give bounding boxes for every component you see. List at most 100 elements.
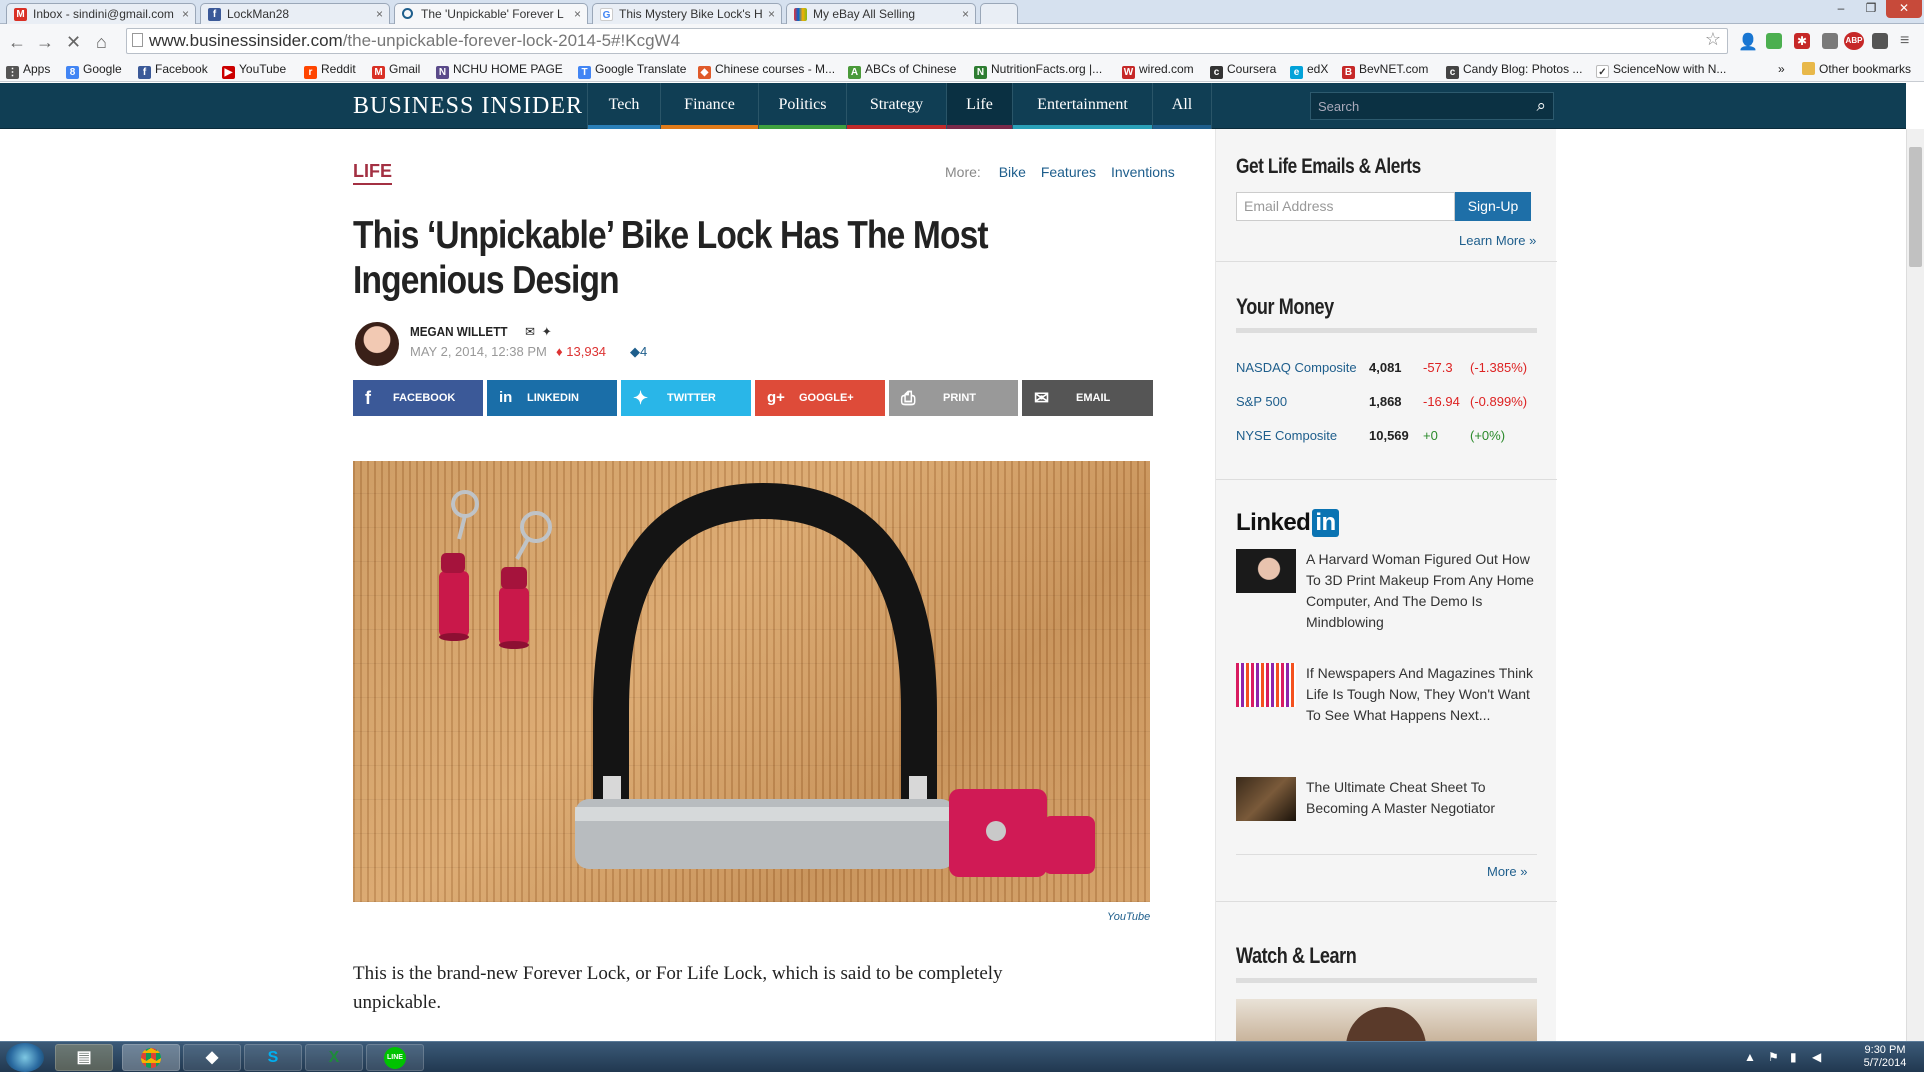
twitter-bird-icon[interactable]: ✦ (542, 324, 552, 339)
scrollbar-thumb[interactable] (1909, 147, 1922, 267)
system-clock[interactable]: 9:30 PM 5/7/2014 (1852, 1044, 1918, 1070)
story-title[interactable]: A Harvard Woman Figured Out How To 3D Pr… (1306, 549, 1541, 633)
tab-facebook[interactable]: f LockMan28 × (200, 3, 390, 24)
stop-icon[interactable]: ✕ (66, 32, 81, 53)
comment-count[interactable]: ◆4 (630, 344, 647, 360)
back-icon[interactable]: ← (8, 32, 26, 53)
print-button[interactable]: ⎙ PRINT (889, 380, 1018, 416)
bookmark-google[interactable]: 8 Google (66, 62, 122, 79)
bookmarks-overflow[interactable]: » (1778, 62, 1785, 76)
image-credit[interactable]: YouTube (1107, 911, 1150, 923)
section-label[interactable]: LIFE (353, 161, 392, 185)
menu-icon[interactable]: ≡ (1900, 32, 1909, 50)
bookmark-candy-blog[interactable]: c Candy Blog: Photos ... (1446, 62, 1582, 79)
bookmark-edx[interactable]: e edX (1290, 62, 1328, 79)
share-linkedin-button[interactable]: in LINKEDIN (487, 380, 617, 416)
tab-business-insider[interactable]: The 'Unpickable' Forever L × (394, 3, 588, 24)
profile-icon[interactable]: 👤 (1738, 32, 1758, 52)
show-hidden-icons[interactable]: ▲ (1744, 1050, 1756, 1064)
nav-strategy[interactable]: Strategy (846, 83, 946, 129)
bookmark-coursera[interactable]: c Coursera (1210, 62, 1276, 79)
bookmark-wired[interactable]: Wwired.com (1122, 62, 1194, 79)
forward-icon[interactable]: → (36, 32, 54, 53)
nav-finance[interactable]: Finance (660, 83, 758, 129)
address-bar[interactable]: www.businessinsider.com/the-unpickable-f… (126, 28, 1728, 54)
new-tab-button[interactable] (980, 3, 1018, 24)
bookmark-facebook[interactable]: f Facebook (138, 62, 208, 79)
restore-icon[interactable]: ❐ (1856, 0, 1886, 18)
bookmark-gmail[interactable]: M Gmail (372, 62, 420, 79)
flag-icon[interactable]: ⚑ (1768, 1050, 1779, 1064)
start-button[interactable] (6, 1043, 44, 1072)
adblock-icon[interactable]: ABP (1844, 32, 1864, 50)
volume-icon[interactable]: ◀ (1812, 1050, 1821, 1064)
nav-tech[interactable]: Tech (587, 83, 660, 129)
share-googleplus-button[interactable]: g+ GOOGLE+ (755, 380, 885, 416)
nav-entertainment[interactable]: Entertainment (1012, 83, 1152, 129)
bookmark-google-translate[interactable]: T Google Translate (578, 62, 686, 79)
story-title[interactable]: If Newspapers And Magazines Think Life I… (1306, 663, 1541, 726)
story-title[interactable]: The Ultimate Cheat Sheet To Becoming A M… (1306, 777, 1541, 819)
extension-icon[interactable] (1822, 33, 1838, 49)
nav-life[interactable]: Life (946, 83, 1012, 129)
skype-icon[interactable]: S (244, 1044, 302, 1071)
close-icon[interactable]: × (574, 7, 581, 21)
bookmark-other[interactable]: Other bookmarks (1802, 62, 1911, 76)
video-thumbnail[interactable] (1236, 999, 1537, 1041)
nav-all[interactable]: All (1152, 83, 1212, 129)
learn-more-link[interactable]: Learn More » (1459, 233, 1536, 248)
linkedin-story[interactable]: If Newspapers And Magazines Think Life I… (1236, 663, 1537, 747)
section-rule (1236, 328, 1537, 333)
more-link[interactable]: More » (1487, 864, 1527, 879)
tag-link[interactable]: Inventions (1111, 164, 1175, 180)
bookmark-nutritionfacts[interactable]: N NutritionFacts.org |... (974, 62, 1102, 79)
linkedin-story[interactable]: A Harvard Woman Figured Out How To 3D Pr… (1236, 549, 1537, 633)
file-explorer-icon[interactable]: ▤ (55, 1044, 113, 1071)
extension-icon[interactable]: ✱ (1794, 33, 1810, 49)
tag-link[interactable]: Features (1041, 164, 1096, 180)
network-icon[interactable]: ▮ (1790, 1050, 1797, 1064)
bookmark-youtube[interactable]: ▶ YouTube (222, 62, 286, 79)
chrome-icon[interactable] (122, 1044, 180, 1071)
close-icon[interactable]: × (182, 7, 189, 21)
bookmark-sciencenow[interactable]: ✓ ScienceNow with N... (1596, 62, 1726, 78)
extension-icon[interactable] (1766, 33, 1782, 49)
envelope-icon[interactable]: ✉ (525, 324, 535, 339)
page-scrollbar[interactable] (1906, 129, 1924, 1041)
minimize-icon[interactable]: – (1826, 0, 1856, 18)
share-twitter-button[interactable]: ✦ TWITTER (621, 380, 751, 416)
extension-icon[interactable] (1872, 33, 1888, 49)
star-icon[interactable]: ☆ (1705, 29, 1721, 50)
bookmark-abcs-chinese[interactable]: A ABCs of Chinese (848, 62, 956, 79)
close-icon[interactable]: × (376, 7, 383, 21)
close-window-icon[interactable]: ✕ (1886, 0, 1922, 18)
tab-gmail-inbox[interactable]: M Inbox - sindini@gmail.com × (6, 3, 196, 24)
signup-button[interactable]: Sign-Up (1455, 192, 1531, 221)
site-search-input[interactable]: Search ⌕ (1310, 92, 1554, 120)
bookmark-reddit[interactable]: r Reddit (304, 62, 356, 79)
nav-politics[interactable]: Politics (758, 83, 846, 129)
article-hero-image[interactable] (353, 461, 1150, 902)
bookmark-bevnet[interactable]: B BevNET.com (1342, 62, 1428, 79)
windows-live-icon[interactable]: ◆ (183, 1044, 241, 1071)
linkedin-story[interactable]: The Ultimate Cheat Sheet To Becoming A M… (1236, 777, 1537, 823)
bookmark-nchu[interactable]: N NCHU HOME PAGE (436, 62, 563, 79)
share-email-button[interactable]: ✉ EMAIL (1022, 380, 1153, 416)
tag-link[interactable]: Bike (999, 164, 1026, 180)
excel-icon[interactable]: X (305, 1044, 363, 1071)
close-icon[interactable]: × (768, 7, 775, 21)
tab-mystery-bike-lock[interactable]: G This Mystery Bike Lock's H × (592, 3, 782, 24)
author-name[interactable]: MEGAN WILLETT ✉ ✦ (410, 324, 552, 340)
email-field[interactable]: Email Address (1236, 192, 1455, 221)
author-avatar[interactable] (355, 322, 399, 366)
bookmark-apps[interactable]: ⋮ Apps (6, 62, 50, 79)
share-facebook-button[interactable]: f FACEBOOK (353, 380, 483, 416)
tab-ebay-selling[interactable]: My eBay All Selling × (786, 3, 976, 24)
home-icon[interactable]: ⌂ (96, 32, 107, 53)
bookmark-chinese-courses[interactable]: ◆ Chinese courses - M... (698, 62, 835, 79)
site-logo[interactable]: BUSINESS INSIDER (353, 93, 583, 120)
line-app-icon[interactable]: LINE (366, 1044, 424, 1071)
close-icon[interactable]: × (962, 7, 969, 21)
search-icon[interactable]: ⌕ (1536, 96, 1546, 116)
linkedin-logo[interactable]: Linked in (1236, 509, 1339, 537)
